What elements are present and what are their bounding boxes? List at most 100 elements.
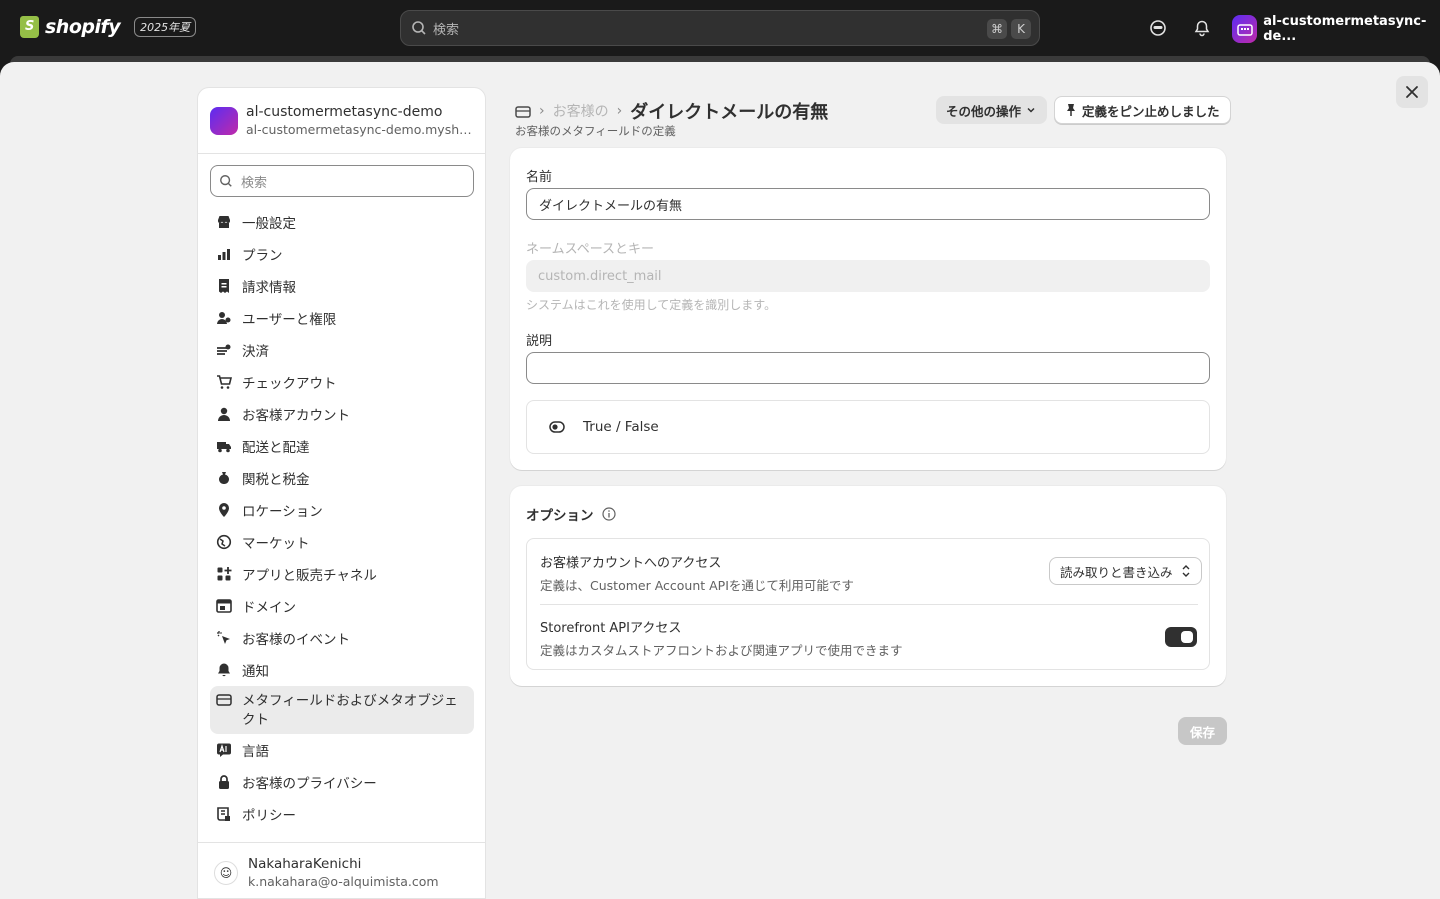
- settings-nav: 一般設定 プラン請求情報ユーザーと権限決済チェックアウト お客様アカウント 配送と配達…: [210, 206, 474, 830]
- sidekick-icon[interactable]: [1148, 18, 1168, 38]
- sidebar-item-label: ロケーション: [242, 504, 323, 520]
- chevron-right-icon: ›: [616, 103, 623, 119]
- name-value: ダイレクトメールの有無: [539, 198, 683, 214]
- search-placeholder: 検索: [241, 175, 268, 191]
- sidebar-item-label: ポリシー: [242, 808, 296, 824]
- page-subtitle: お客様のメタフィールドの定義: [515, 124, 676, 138]
- sidebar-item[interactable]: 一般設定: [210, 206, 474, 238]
- search-placeholder: 検索: [433, 22, 460, 38]
- sidebar-item[interactable]: お客様アカウント: [210, 398, 474, 430]
- users-icon: [216, 310, 232, 326]
- close-button[interactable]: [1396, 76, 1428, 108]
- sidebar-item[interactable]: アプリと販売チャネル: [210, 558, 474, 590]
- sidebar-item[interactable]: ドメイン: [210, 590, 474, 622]
- name-field[interactable]: ダイレクトメールの有無: [526, 188, 1210, 220]
- sidebar-item[interactable]: ユーザーと権限: [210, 302, 474, 334]
- sidebar-item[interactable]: お客様のイベント: [210, 622, 474, 654]
- edition-badge[interactable]: 2025年夏: [134, 17, 197, 37]
- cmd-key-icon: ⌘: [987, 19, 1007, 39]
- breadcrumb-parent[interactable]: お客様の: [553, 101, 609, 121]
- plan-icon: [216, 246, 232, 262]
- close-icon: [1406, 86, 1418, 98]
- sidebar-item-label: 請求情報: [242, 280, 296, 296]
- options-box: お客様アカウントへのアクセス 定義は、Customer Account APIを…: [526, 538, 1210, 670]
- type-selector[interactable]: True / False: [526, 400, 1210, 454]
- bell-icon: [216, 662, 232, 678]
- pin-label: 定義をピン止めしました: [1082, 103, 1220, 119]
- payment-icon: [216, 342, 232, 358]
- cart-icon: [216, 374, 232, 390]
- sidebar-item-label: チェックアウト: [242, 376, 337, 392]
- name-label: 名前: [526, 170, 553, 185]
- user-email: k.nakahara@o-alquimista.com: [248, 874, 439, 889]
- namespace-field: custom.direct_mail: [526, 260, 1210, 292]
- sidebar-item[interactable]: メタフィールドおよびメタオブジェクト: [210, 686, 474, 734]
- sidebar-item-label: 配送と配達: [242, 440, 310, 456]
- storefront-toggle[interactable]: [1165, 627, 1197, 647]
- pin-button[interactable]: 定義をピン止めしました: [1054, 96, 1231, 124]
- sidebar-item[interactable]: マーケット: [210, 526, 474, 558]
- sidebar-item[interactable]: チェックアウト: [210, 366, 474, 398]
- definition-card: 名前 ダイレクトメールの有無 ネームスペースとキー custom.direct_…: [510, 148, 1226, 470]
- settings-search-input[interactable]: 検索: [210, 165, 474, 197]
- store-name: al-customermetasync-de...: [1263, 14, 1427, 44]
- toggle-icon: [549, 421, 565, 433]
- sidebar-item[interactable]: 配送と配達: [210, 430, 474, 462]
- cursor-icon: [216, 630, 232, 646]
- sidebar-item[interactable]: 決済: [210, 334, 474, 366]
- namespace-help: システムはこれを使用して定義を識別します。: [526, 298, 777, 312]
- sidebar-item-label: 通知: [242, 664, 269, 680]
- sidebar-item[interactable]: ポリシー: [210, 798, 474, 830]
- language-icon: [216, 742, 232, 758]
- k-key: K: [1011, 19, 1031, 39]
- info-icon[interactable]: [601, 507, 616, 521]
- breadcrumb: › お客様の › ダイレクトメールの有無: [515, 98, 828, 124]
- store-header[interactable]: al-customermetasync-demo al-customermeta…: [198, 88, 485, 154]
- namespace-label: ネームスペースとキー: [526, 242, 655, 257]
- sidebar-item[interactable]: 通知: [210, 654, 474, 686]
- sidebar-item-label: マーケット: [242, 536, 310, 552]
- policy-icon: [216, 806, 232, 822]
- customer-access-value: 読み取りと書き込み: [1060, 564, 1173, 580]
- more-actions-button[interactable]: その他の操作: [936, 96, 1048, 124]
- pin-icon: [1067, 104, 1075, 116]
- search-icon: [220, 175, 232, 187]
- sidebar-item[interactable]: プラン: [210, 238, 474, 270]
- sidebar-item[interactable]: お客様のプライバシー: [210, 766, 474, 798]
- store-avatar: [1232, 15, 1258, 43]
- sidebar-item[interactable]: 関税と税金: [210, 462, 474, 494]
- sidebar-item-label: 言語: [242, 744, 269, 760]
- search-icon: [412, 21, 426, 35]
- logo-text: shopify: [45, 16, 121, 38]
- bell-icon[interactable]: [1192, 18, 1212, 38]
- select-arrows-icon: [1182, 565, 1190, 577]
- store-name: al-customermetasync-demo: [246, 104, 443, 120]
- sidebar-item-label: 関税と税金: [242, 472, 310, 488]
- description-field[interactable]: [526, 352, 1210, 384]
- domain-icon: [216, 598, 232, 614]
- shopify-logo[interactable]: shopify 2025年夏: [20, 16, 197, 38]
- location-icon: [216, 502, 232, 518]
- shopify-bag-icon: [20, 16, 39, 38]
- sidebar-item-label: 決済: [242, 344, 269, 360]
- sidebar-item[interactable]: ロケーション: [210, 494, 474, 526]
- page-title: ダイレクトメールの有無: [630, 102, 829, 123]
- chevron-right-icon: ›: [539, 103, 545, 119]
- sidebar-item[interactable]: 言語: [210, 734, 474, 766]
- storefront-title: Storefront APIアクセス: [540, 621, 682, 636]
- person-icon: [216, 406, 232, 422]
- lock-icon: [216, 774, 232, 790]
- user-footer[interactable]: ☺ NakaharaKenichi k.nakahara@o-alquimist…: [198, 842, 485, 898]
- store-switcher[interactable]: al-customermetasync-de...: [1232, 14, 1440, 44]
- options-title-text: オプション: [526, 508, 594, 524]
- sidebar-item-label: アプリと販売チャネル: [242, 568, 377, 584]
- save-button[interactable]: 保存: [1178, 717, 1228, 745]
- global-search-input[interactable]: 検索 ⌘ K: [400, 10, 1040, 46]
- truck-icon: [216, 438, 232, 454]
- sidebar-item-label: お客様アカウント: [242, 408, 350, 424]
- metafield-icon[interactable]: [515, 104, 531, 118]
- divider: [540, 604, 1198, 605]
- customer-access-select[interactable]: 読み取りと書き込み: [1049, 557, 1202, 585]
- sidebar-item-label: お客様のイベント: [242, 632, 350, 648]
- sidebar-item[interactable]: 請求情報: [210, 270, 474, 302]
